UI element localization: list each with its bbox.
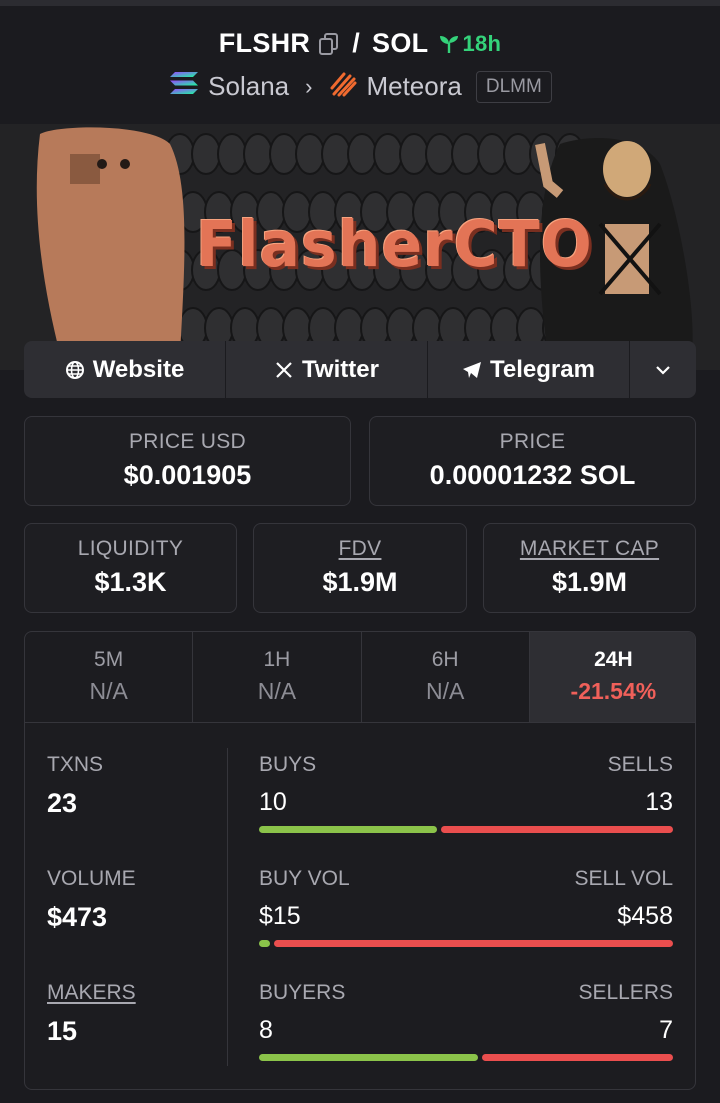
x-icon [276, 361, 292, 378]
tab-change: N/A [89, 678, 128, 704]
txns-label: TXNS [47, 753, 104, 776]
price-native-value: 0.00001232 SOL [429, 460, 636, 490]
base-symbol: FLSHR [218, 28, 311, 58]
pair-title: FLSHR / SOL 18h [0, 28, 720, 59]
volume-value: $473 [47, 902, 108, 932]
sprout-icon [440, 35, 459, 53]
crowd-figure [243, 133, 273, 175]
price-native-label: PRICE [499, 430, 566, 453]
pair-separator: / [352, 28, 361, 58]
crowd-figure [295, 133, 325, 175]
token-banner: FlasherCTO [0, 124, 720, 370]
buys-label: BUYS [259, 753, 317, 776]
buyers-value: 8 [259, 1016, 273, 1044]
tab-label: 6H [431, 648, 459, 671]
fdv-card[interactable]: FDV $1.9M [253, 523, 467, 613]
buyers-label: BUYERS [259, 981, 346, 1004]
sellers-value: 7 [659, 1016, 673, 1044]
breadcrumb: Solana › Meteora DLMM [0, 68, 720, 105]
price-usd-card: PRICE USD $0.001905 [24, 416, 351, 506]
fdv-label[interactable]: FDV [254, 537, 466, 561]
price-native-card: PRICE 0.00001232 SOL [369, 416, 696, 506]
tab-5m[interactable]: 5M N/A [25, 632, 194, 722]
tab-change: -21.54% [570, 678, 657, 704]
twitter-button[interactable]: Twitter [226, 341, 428, 398]
sells-value: 13 [645, 788, 673, 816]
pool-type-badge: DLMM [475, 70, 552, 103]
buy-volume-value: $15 [259, 902, 301, 930]
crowd-figure [191, 133, 221, 175]
buys-value: 10 [259, 788, 287, 816]
buys-bar [259, 826, 438, 833]
price-usd-label: PRICE USD [128, 430, 247, 453]
volume-label: VOLUME [47, 867, 136, 890]
tab-change: N/A [257, 678, 297, 704]
telegram-button[interactable]: Telegram [428, 341, 630, 398]
sell-volume-bar [274, 940, 673, 947]
copy-icon[interactable] [318, 32, 340, 56]
sell-volume-label: SELL VOL [574, 867, 673, 890]
liquidity-label: LIQUIDITY [77, 537, 184, 560]
tab-change: N/A [425, 678, 465, 704]
market-cap-label[interactable]: MARKET CAP [484, 537, 695, 561]
buyers-bar [259, 1054, 478, 1061]
crowd-figure [373, 133, 403, 175]
stats-divider [227, 748, 228, 1066]
sellers-bar [481, 1054, 673, 1061]
crowd-figure [477, 133, 507, 175]
chevron-right-icon: › [305, 73, 313, 99]
market-cap-value: $1.9M [551, 567, 628, 597]
txns-value: 23 [47, 788, 78, 818]
liquidity-card: LIQUIDITY $1.3K [24, 523, 237, 613]
sells-label: SELLS [607, 753, 673, 776]
tab-label: 24H [594, 648, 633, 671]
crowd-figure [321, 133, 351, 175]
breadcrumb-chain[interactable]: Solana [208, 71, 289, 102]
meteora-icon [328, 68, 366, 105]
fdv-value: $1.9M [322, 567, 398, 597]
website-button[interactable]: Website [24, 341, 226, 398]
tab-label: 1H [263, 648, 291, 671]
makers-value: 15 [47, 1016, 78, 1046]
more-links-button[interactable] [630, 341, 696, 398]
twitter-label: Twitter [302, 355, 379, 383]
sells-bar [441, 826, 673, 833]
activity-panel: 5M N/A 1H N/A 6H N/A 24H -21.54% TXNS 23… [24, 631, 696, 1090]
sell-volume-value: $458 [617, 902, 673, 930]
quote-symbol: SOL [372, 28, 429, 58]
buy-volume-bar [259, 940, 271, 947]
banner-title: FlasherCTO [196, 208, 593, 282]
crowd-figure [503, 133, 533, 175]
makers-label[interactable]: MAKERS [47, 981, 136, 1005]
tab-label: 5M [94, 648, 124, 671]
buy-volume-label: BUY VOL [259, 867, 350, 890]
globe-icon [65, 360, 84, 379]
tab-1h[interactable]: 1H N/A [193, 632, 362, 722]
price-usd-value: $0.001905 [123, 460, 252, 490]
timeframe-tabs: 5M N/A 1H N/A 6H N/A 24H -21.54% [25, 632, 695, 723]
sellers-label: SELLERS [578, 981, 673, 1004]
pair-age: 18h [438, 31, 501, 57]
pair-header: FLSHR / SOL 18h Solana › Meteora DLMM [0, 6, 720, 124]
crowd-figure [451, 133, 481, 175]
crowd-figure [425, 133, 455, 175]
age-value: 18h [462, 30, 502, 56]
tab-24h[interactable]: 24H -21.54% [529, 632, 695, 722]
market-cap-card[interactable]: MARKET CAP $1.9M [483, 523, 696, 613]
telegram-icon [463, 361, 482, 378]
liquidity-value: $1.3K [94, 567, 167, 597]
social-links-bar: Website Twitter Telegram [24, 341, 696, 398]
solana-icon [168, 70, 208, 103]
chevron-down-icon [656, 365, 670, 375]
telegram-label: Telegram [490, 355, 595, 383]
crowd-figure [347, 133, 377, 175]
crowd-figure [217, 133, 247, 175]
website-label: Website [92, 355, 185, 383]
crowd-figure [269, 133, 299, 175]
breadcrumb-dex[interactable]: Meteora [366, 71, 461, 102]
crowd-figure [399, 133, 429, 175]
tab-6h[interactable]: 6H N/A [362, 632, 530, 722]
